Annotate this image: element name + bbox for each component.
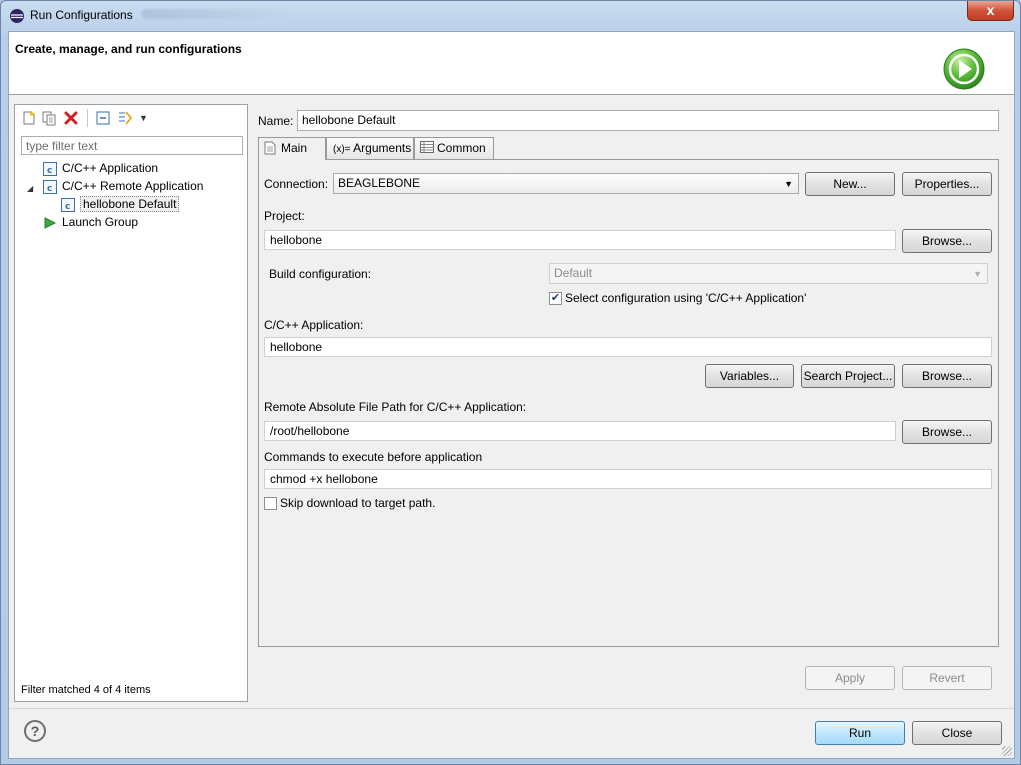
remote-path-input[interactable]: /root/hellobone [264, 421, 896, 441]
window-title: Run Configurations [30, 8, 133, 22]
header-title: Create, manage, and run configurations [15, 42, 242, 56]
tree-item-cpp-application[interactable]: c C/C++ Application [43, 160, 158, 177]
eclipse-icon [10, 9, 24, 23]
filter-icon[interactable] [117, 110, 133, 126]
filter-input[interactable] [21, 136, 243, 155]
filter-status: Filter matched 4 of 4 items [21, 684, 151, 696]
header-band: Create, manage, and run configurations [9, 32, 1014, 95]
tree-item-label: Launch Group [62, 215, 139, 229]
common-table-icon [420, 141, 434, 153]
run-button[interactable]: Run [815, 721, 905, 745]
name-input[interactable]: hellobone Default [297, 110, 999, 131]
document-icon [264, 141, 276, 155]
tree-item-hellobone-default[interactable]: c hellobone Default [61, 196, 180, 213]
select-config-checkbox[interactable]: ✔ [549, 292, 562, 305]
delete-icon[interactable] [63, 110, 79, 126]
cpp-application-label: C/C++ Application: [264, 318, 364, 332]
project-label: Project: [264, 209, 305, 223]
svg-text:c: c [47, 184, 52, 194]
view-menu-chevron-down-icon[interactable]: ▼ [139, 113, 148, 123]
tab-arguments[interactable]: (x)= Arguments [326, 137, 414, 159]
resize-grip[interactable] [1002, 746, 1012, 756]
svg-text:c: c [65, 202, 70, 212]
run-configurations-window: Run Configurations x Create, manage, and… [0, 0, 1021, 765]
duplicate-icon[interactable] [41, 110, 57, 126]
search-project-button[interactable]: Search Project... [801, 364, 895, 388]
commands-label: Commands to execute before application [264, 450, 483, 464]
cpp-application-input[interactable]: hellobone [264, 337, 992, 357]
tree-item-cpp-remote-application[interactable]: c C/C++ Remote Application [43, 178, 203, 195]
tree-item-label: C/C++ Application [62, 161, 159, 175]
expanded-chevron-icon[interactable]: ◢ [27, 184, 33, 193]
collapse-all-icon[interactable] [95, 110, 111, 126]
skip-download-checkbox[interactable] [264, 497, 277, 510]
connection-value: BEAGLEBONE [338, 176, 421, 190]
configuration-tree-panel: ▼ c C/C++ Application ◢ c C/C++ Remote A… [14, 104, 248, 702]
revert-button[interactable]: Revert [902, 666, 992, 690]
application-browse-button[interactable]: Browse... [902, 364, 992, 388]
commands-input[interactable]: chmod +x hellobone [264, 469, 992, 489]
help-icon[interactable]: ? [24, 720, 46, 742]
new-connection-button[interactable]: New... [805, 172, 895, 196]
remote-path-label: Remote Absolute File Path for C/C++ Appl… [264, 400, 527, 414]
chevron-down-icon: ▼ [784, 179, 793, 189]
window-close-button[interactable]: x [967, 1, 1014, 21]
launch-arrow-icon [44, 217, 57, 229]
build-configuration-select[interactable]: Default ▼ [549, 263, 988, 284]
toolbar-separator [87, 109, 88, 127]
tree-item-label: hellobone Default [80, 196, 180, 212]
c-file-icon: c [43, 161, 57, 176]
tab-main[interactable]: Main [258, 137, 326, 160]
tab-area: Main (x)= Arguments Common Connection: B… [258, 137, 999, 647]
remote-path-browse-button[interactable]: Browse... [902, 420, 992, 444]
tab-label: Common [437, 141, 486, 155]
chevron-down-icon: ▼ [973, 269, 982, 279]
build-configuration-label: Build configuration: [269, 267, 372, 281]
dialog-client: Create, manage, and run configurations ▼… [8, 31, 1015, 759]
connection-select[interactable]: BEAGLEBONE ▼ [333, 173, 799, 194]
select-config-label: Select configuration using 'C/C++ Applic… [565, 291, 807, 305]
tab-label: Arguments [353, 141, 412, 155]
skip-download-label: Skip download to target path. [280, 496, 436, 510]
title-blur [141, 9, 291, 19]
tab-common[interactable]: Common [414, 137, 494, 159]
properties-button[interactable]: Properties... [902, 172, 992, 196]
title-bar[interactable]: Run Configurations x [1, 1, 1020, 31]
variables-icon: (x)= [333, 144, 351, 155]
tree-item-label: C/C++ Remote Application [62, 179, 204, 193]
svg-text:c: c [47, 166, 52, 176]
c-file-icon: c [61, 197, 75, 212]
connection-label: Connection: [264, 177, 329, 191]
c-file-icon: c [43, 179, 57, 194]
new-config-icon[interactable] [21, 110, 37, 126]
project-browse-button[interactable]: Browse... [902, 229, 992, 253]
apply-button[interactable]: Apply [805, 666, 895, 690]
left-toolbar: ▼ [15, 105, 247, 131]
variables-button[interactable]: Variables... [705, 364, 794, 388]
run-badge-icon [943, 48, 985, 90]
tree-item-launch-group[interactable]: Launch Group [43, 214, 138, 231]
close-button[interactable]: Close [912, 721, 1002, 745]
project-input[interactable]: hellobone [264, 230, 896, 250]
name-label: Name: [258, 114, 294, 128]
build-configuration-value: Default [554, 266, 593, 280]
bottom-separator [9, 708, 1014, 709]
tab-label: Main [281, 141, 308, 155]
main-tab-body: Connection: BEAGLEBONE ▼ New... Properti… [258, 159, 999, 647]
